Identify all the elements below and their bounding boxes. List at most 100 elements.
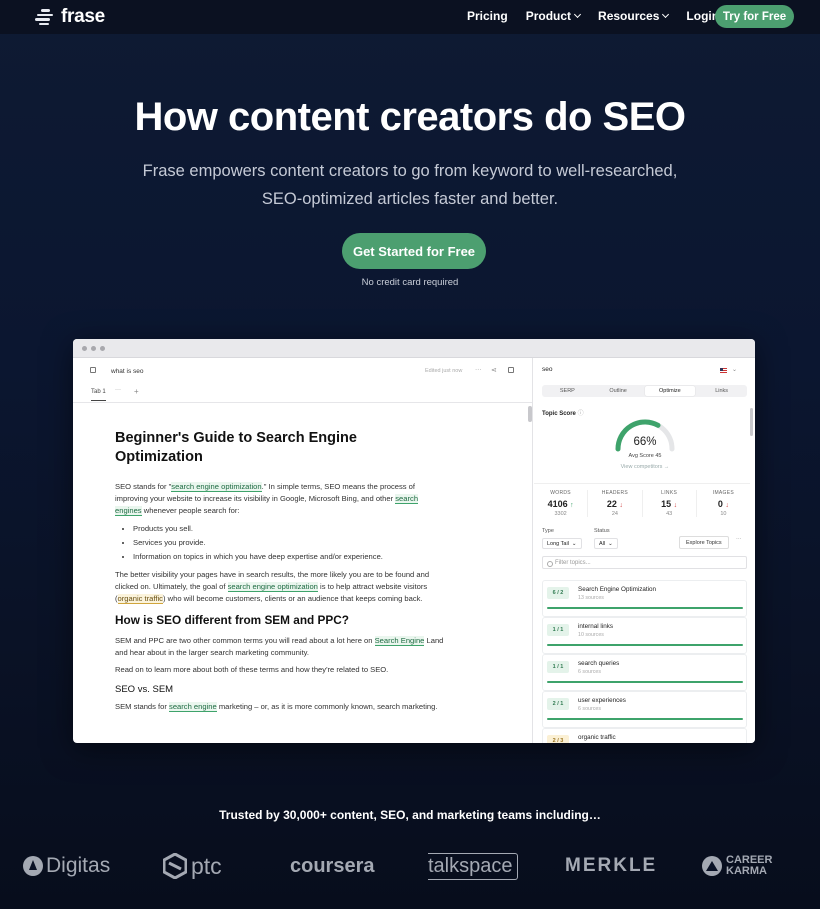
ptc-mark-icon (163, 853, 187, 879)
frase-logo[interactable]: frase (35, 6, 105, 28)
arrow-up-icon: ↑ (570, 502, 574, 509)
topic-progress-bar (547, 607, 743, 609)
arrow-down-icon: ↓ (725, 502, 729, 509)
try-for-free-button[interactable]: Try for Free (715, 5, 794, 28)
chevron-down-icon (573, 10, 582, 19)
topic-item[interactable]: 2 / 3 organic traffic (542, 728, 747, 743)
us-flag-icon[interactable] (720, 368, 727, 373)
add-tab-icon[interactable]: + (134, 387, 139, 396)
logo-text: coursera (290, 854, 375, 877)
content-stats: WORDS 4106 ↑ 3302 HEADERS 22 ↓ 24 LINKS … (534, 483, 750, 517)
tab-more-icon[interactable]: ··· (115, 387, 121, 393)
editor-scrollbar[interactable] (528, 406, 532, 422)
digitas-mark-icon (23, 856, 43, 876)
no-credit-card-note: No credit card required (361, 277, 459, 288)
topic-count-badge: 6 / 2 (547, 587, 569, 599)
hero-title: How content creators do SEO (134, 95, 686, 139)
view-competitors-link[interactable]: View competitors → (594, 464, 696, 470)
trusted-by-text: Trusted by 30,000+ content, SEO, and mar… (219, 808, 601, 822)
list-item: Information on topics in which you have … (133, 550, 445, 564)
chevron-down-icon[interactable]: ⌄ (732, 366, 737, 373)
topic-count-badge: 1 / 1 (547, 661, 569, 673)
merkle-logo: MERKLE (565, 848, 657, 884)
doc-paragraph: SEM stands for search engine marketing –… (115, 702, 438, 712)
tab-optimize[interactable]: Optimize (644, 386, 696, 396)
brand-name: frase (61, 6, 105, 27)
stat-value: 22 ↓ (606, 499, 623, 509)
topic-item[interactable]: 1 / 1 search queries 6 sources (542, 654, 747, 691)
stat-value: 4106 ↑ (547, 499, 574, 509)
customer-logos: Digitas ptc coursera talkspace MERKLE CA… (0, 848, 820, 884)
stat-links: LINKS 15 ↓ 43 (643, 490, 697, 517)
type-label: Type (542, 528, 554, 534)
topic-item[interactable]: 1 / 1 internal links 10 sources (542, 617, 747, 654)
topic-name: internal links (578, 623, 613, 630)
more-icon[interactable]: ··· (475, 366, 482, 373)
get-started-button[interactable]: Get Started for Free (342, 233, 486, 269)
status-select[interactable]: All ⌄ (594, 538, 618, 549)
doc-bullet-list: Products you sell. Services you provide.… (133, 522, 445, 564)
topic-score-value: 66% (633, 436, 657, 448)
nav-product[interactable]: Product (526, 9, 582, 23)
career-karma-mark-icon (702, 856, 722, 876)
query-input[interactable]: seo (542, 366, 552, 373)
nav-resources[interactable]: Resources (598, 9, 670, 23)
stat-headers: HEADERS 22 ↓ 24 (588, 490, 643, 517)
type-select[interactable]: Long Tail ⌄ (542, 538, 582, 549)
topic-item[interactable]: 6 / 2 Search Engine Optimization 13 sour… (542, 580, 747, 617)
keyword-highlight: search engine (169, 702, 217, 712)
chevron-down-icon: ⌄ (571, 540, 577, 547)
explore-topics-button[interactable]: Explore Topics (679, 536, 729, 549)
window-dot (100, 346, 105, 351)
tab-links[interactable]: Links (696, 385, 747, 397)
window-dot (91, 346, 96, 351)
topic-name: Search Engine Optimization (578, 586, 657, 593)
keyword-highlight: search engine optimization (227, 582, 318, 592)
share-icon[interactable]: ⋖ (491, 366, 497, 374)
topic-sources: 6 sources (578, 669, 601, 675)
stat-label: HEADERS (601, 490, 629, 496)
nav-links: Pricing Product Resources Login (467, 9, 737, 23)
doc-subheading-small: SEO vs. SEM (115, 684, 174, 695)
document-title[interactable]: what is seo (111, 368, 144, 375)
topic-sources: 10 sources (578, 632, 604, 638)
avg-score: Avg Score 45 (628, 453, 662, 459)
coursera-logo: coursera (290, 848, 375, 884)
panel-tabs: SERP Outline Optimize Links (542, 385, 747, 397)
topic-item[interactable]: 2 / 1 user experiences 6 sources (542, 691, 747, 728)
tab-outline[interactable]: Outline (593, 385, 644, 397)
tab-1[interactable]: Tab 1 (91, 389, 106, 401)
info-icon: ⓘ (577, 411, 584, 417)
stat-words: WORDS 4106 ↑ 3302 (534, 490, 589, 517)
edited-status: Edited just now (425, 368, 463, 374)
status-label: Status (594, 528, 610, 534)
document-tabs: Tab 1 ··· + (73, 384, 532, 403)
filter-topics-input[interactable]: Filter topics... (542, 556, 747, 569)
arrow-down-icon: ↓ (673, 502, 678, 509)
window-titlebar (73, 339, 755, 358)
document-content[interactable]: Beginner's Guide to Search Engine Optimi… (115, 429, 445, 718)
keyword-highlight: Search Engine (374, 636, 425, 646)
stat-images: IMAGES 0 ↓ 10 (697, 490, 750, 517)
optimize-panel: seo ⌄ SERP Outline Optimize Links Topic … (534, 358, 755, 743)
topic-sources: 6 sources (578, 706, 601, 712)
topics-list: 6 / 2 Search Engine Optimization 13 sour… (542, 580, 747, 743)
panel-scrollbar[interactable] (750, 408, 753, 436)
doc-paragraph: Read on to learn more about both of thes… (115, 665, 389, 674)
stat-label: IMAGES (712, 490, 734, 496)
doc-paragraph: The better visibility your pages have in… (115, 570, 430, 604)
logo-text: ptc (191, 852, 222, 879)
topic-sources: 13 sources (578, 595, 604, 601)
frase-logo-icon (35, 8, 55, 26)
tab-serp[interactable]: SERP (542, 385, 593, 397)
nav-pricing-label: Pricing (467, 9, 508, 23)
nav-pricing[interactable]: Pricing (467, 9, 508, 23)
topic-count-badge: 1 / 1 (547, 624, 569, 636)
sidebar-toggle-icon[interactable] (90, 367, 96, 373)
window-dot (82, 346, 87, 351)
doc-heading: Beginner's Guide to Search Engine Optimi… (115, 430, 357, 465)
app-screenshot-window: what is seo Edited just now ··· ⋖ Tab 1 … (73, 339, 755, 743)
more-options-icon[interactable]: ··· (736, 536, 742, 542)
panel-toggle-icon[interactable] (508, 367, 514, 373)
logo-text: Digitas (46, 854, 111, 877)
